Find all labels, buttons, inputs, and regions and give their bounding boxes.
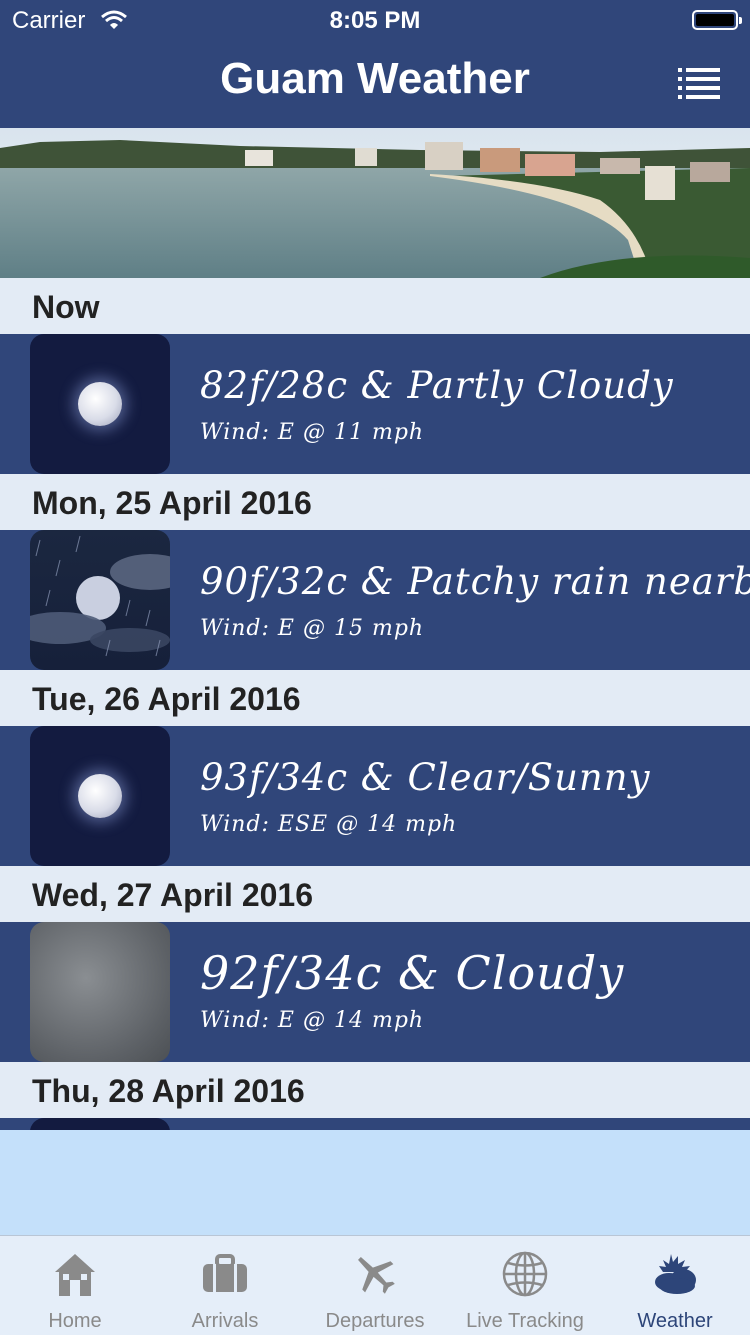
day-header-now: Now [0,278,750,334]
tab-label: Home [48,1310,102,1332]
weather-icon [655,1254,696,1294]
forecast-summary: 92f/34c & Cloudy [200,946,625,1000]
tab-label: Departures [325,1310,425,1332]
tab-departures[interactable]: Departures [300,1236,450,1335]
forecast-wind: Wind: E @ 14 mph [200,1008,425,1033]
forecast-summary: 93f/34c & Clear/Sunny [200,756,651,799]
tab-live-tracking[interactable]: Live Tracking [450,1236,600,1335]
tab-home[interactable]: Home [0,1236,150,1335]
home-icon [55,1254,95,1296]
forecast-row[interactable]: 93f/34c & Clear/Sunny Wind: ESE @ 14 mph [0,726,750,866]
day-header: Tue, 26 April 2016 [0,670,750,726]
moon-icon [30,726,170,866]
moon-icon [30,1118,170,1130]
day-header: Wed, 27 April 2016 [0,866,750,922]
page-title: Guam Weather [220,54,530,103]
tab-weather[interactable]: Weather [600,1236,750,1335]
tab-arrivals[interactable]: Arrivals [150,1236,300,1335]
clock-label: 8:05 PM [329,7,421,34]
forecast-summary: 90f/32c & Patchy rain nearby [200,560,750,603]
tab-label: Weather [637,1310,713,1332]
forecast-wind: Wind: E @ 11 mph [200,420,425,445]
tab-label: Arrivals [191,1310,259,1332]
forecast-wind: Wind: E @ 15 mph [200,616,425,641]
forecast-row[interactable]: 92f/34c & Cloudy Wind: E @ 14 mph [0,922,750,1062]
moon-icon [30,334,170,474]
day-header: Mon, 25 April 2016 [0,474,750,530]
rainy-night-icon [30,530,170,670]
banner-image [0,128,750,278]
forecast-summary: 82f/28c & Partly Cloudy [200,364,674,407]
globe-icon [502,1251,548,1297]
tab-bar: Home Arrivals Departures Live Tracking W… [0,1235,750,1335]
status-bar: Carrier 8:05 PM [0,0,750,40]
battery-icon [692,10,742,30]
forecast-row[interactable]: 90f/32c & Patchy rain nearby Wind: E @ 1… [0,530,750,670]
cloudy-icon [30,922,170,1062]
forecast-wind: Wind: ESE @ 14 mph [200,812,458,837]
airplane-icon [358,1257,395,1294]
menu-list-icon[interactable] [678,68,720,100]
forecast-list[interactable]: Now 82f/28c & Partly Cloudy Wind: E @ 11… [0,278,750,1130]
suitcase-icon [203,1254,247,1292]
forecast-row[interactable]: 82f/28c & Partly Cloudy Wind: E @ 11 mph [0,334,750,474]
tab-label: Live Tracking [466,1310,584,1332]
navigation-bar: Carrier 8:05 PM Guam Weather [0,0,750,128]
day-header: Thu, 28 April 2016 [0,1062,750,1118]
forecast-row[interactable] [0,1118,750,1130]
